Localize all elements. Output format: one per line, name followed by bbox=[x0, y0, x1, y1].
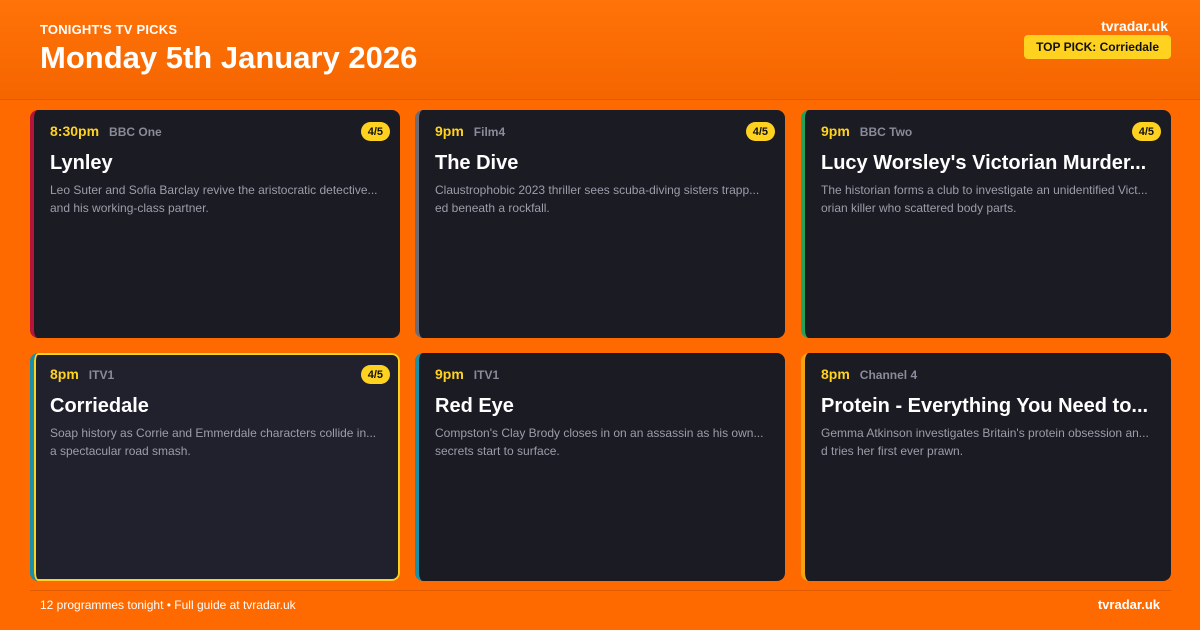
programme-meta: 8pm ITV1 bbox=[50, 366, 114, 382]
programme-time: 8pm bbox=[821, 366, 850, 382]
programme-title[interactable]: Protein - Everything You Need to... bbox=[821, 395, 1159, 418]
programme-description: Soap history as Corrie and Emmerdale cha… bbox=[50, 426, 377, 458]
programme-description: Claustrophobic 2023 thriller sees scuba-… bbox=[435, 183, 760, 215]
programme-meta: 8pm Channel 4 bbox=[821, 366, 917, 382]
rating-badge: 4/5 bbox=[1131, 122, 1161, 141]
programme-card[interactable]: 9pm BBC Two 4/5 Lucy Worsley's Victorian… bbox=[801, 110, 1171, 338]
programme-title[interactable]: Red Eye bbox=[435, 395, 773, 418]
programme-channel: Film4 bbox=[473, 125, 506, 139]
programme-meta: 9pm Film4 bbox=[435, 123, 505, 139]
programme-channel: ITV1 bbox=[473, 368, 500, 382]
programme-channel: BBC One bbox=[109, 125, 162, 139]
programme-title[interactable]: Lucy Worsley's Victorian Murder... bbox=[821, 152, 1159, 175]
programme-description: The historian forms a club to investigat… bbox=[821, 183, 1148, 215]
programme-card-top-pick[interactable]: 8pm ITV1 4/5 Corriedale Soap history as … bbox=[30, 353, 400, 581]
programme-description: Compston's Clay Brody closes in on an as… bbox=[435, 426, 764, 458]
programme-channel: ITV1 bbox=[88, 368, 115, 382]
programme-time: 9pm bbox=[821, 123, 850, 139]
programme-card[interactable]: 8pm Channel 4 Protein - Everything You N… bbox=[801, 353, 1171, 581]
brand-link-top[interactable]: tvradar.uk bbox=[1101, 18, 1168, 34]
page-header: TONIGHT'S TV PICKS Monday 5th January 20… bbox=[0, 0, 1200, 100]
rating-badge: 4/5 bbox=[745, 122, 775, 141]
programme-title[interactable]: Corriedale bbox=[50, 395, 388, 418]
programme-description: Leo Suter and Sofia Barclay revive the a… bbox=[50, 183, 378, 215]
programme-card[interactable]: 8:30pm BBC One 4/5 Lynley Leo Suter and … bbox=[30, 110, 400, 338]
programme-title[interactable]: Lynley bbox=[50, 152, 388, 175]
page-title: Monday 5th January 2026 bbox=[40, 40, 418, 75]
programme-card[interactable]: 9pm ITV1 Red Eye Compston's Clay Brody c… bbox=[415, 353, 785, 581]
footer-divider bbox=[30, 590, 1171, 591]
programme-description: Gemma Atkinson investigates Britain's pr… bbox=[821, 426, 1149, 458]
programme-meta: 8:30pm BBC One bbox=[50, 123, 162, 139]
footer-summary[interactable]: 12 programmes tonight • Full guide at tv… bbox=[40, 598, 296, 612]
top-pick-badge[interactable]: TOP PICK: Corriedale bbox=[1024, 35, 1171, 59]
programme-time: 8pm bbox=[50, 366, 79, 382]
rating-badge: 4/5 bbox=[360, 365, 390, 384]
programme-channel: BBC Two bbox=[859, 125, 913, 139]
programme-meta: 9pm BBC Two bbox=[821, 123, 912, 139]
programme-time: 9pm bbox=[435, 366, 464, 382]
section-eyebrow: TONIGHT'S TV PICKS bbox=[40, 22, 178, 37]
brand-link-footer[interactable]: tvradar.uk bbox=[1098, 597, 1160, 612]
programme-time: 9pm bbox=[435, 123, 464, 139]
rating-badge: 4/5 bbox=[360, 122, 390, 141]
programme-time: 8:30pm bbox=[50, 123, 100, 139]
programme-title[interactable]: The Dive bbox=[435, 152, 773, 175]
programme-meta: 9pm ITV1 bbox=[435, 366, 499, 382]
programme-grid: 8:30pm BBC One 4/5 Lynley Leo Suter and … bbox=[30, 110, 1171, 581]
programme-channel: Channel 4 bbox=[859, 368, 918, 382]
programme-card[interactable]: 9pm Film4 4/5 The Dive Claustrophobic 20… bbox=[415, 110, 785, 338]
